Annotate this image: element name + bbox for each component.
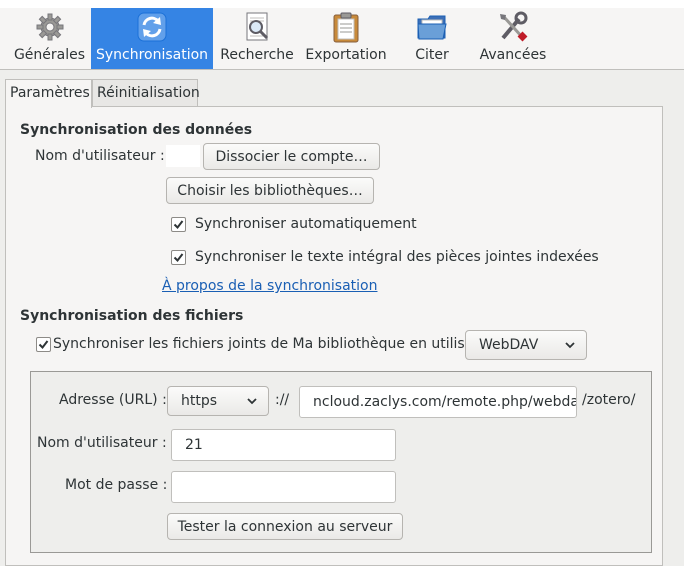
toolbar-label-exportation: Exportation — [305, 47, 387, 63]
protocol-select[interactable]: https — [167, 386, 269, 416]
sync-files-checkbox[interactable] — [36, 337, 51, 352]
toolbar-item-synchronisation[interactable]: Synchronisation — [91, 8, 213, 69]
checkmark-icon — [173, 253, 184, 263]
sync-icon — [137, 12, 167, 42]
protocol-value: https — [181, 393, 218, 409]
toolbar-item-generales[interactable]: Générales — [8, 8, 91, 69]
toolbar-item-citer[interactable]: Citer — [394, 8, 470, 69]
checkmark-icon — [38, 340, 49, 350]
webdav-settings-frame: Adresse (URL) : https :// ncloud.zaclys.… — [30, 371, 652, 553]
url-input[interactable]: ncloud.zaclys.com/remote.php/webdav — [299, 386, 577, 418]
fulltext-sync-label: Synchroniser le texte intégral des pièce… — [195, 249, 599, 265]
url-suffix: /zotero/ — [582, 392, 636, 408]
unlink-account-button[interactable]: Dissocier le compte… — [203, 143, 380, 170]
tab-reinitialisation[interactable]: Réinitialisation — [92, 79, 200, 107]
sync-method-value: WebDAV — [479, 337, 539, 353]
password-input[interactable] — [171, 471, 396, 503]
toolbar-label-recherche: Recherche — [220, 47, 294, 63]
webdav-username-value: 21 — [185, 437, 203, 453]
toolbar-label-citer: Citer — [415, 47, 449, 63]
toolbar-item-recherche[interactable]: Recherche — [216, 8, 298, 69]
tab-label-parametres: Paramètres — [10, 85, 90, 101]
chevron-down-icon — [247, 398, 257, 405]
clipboard-icon — [333, 12, 359, 43]
test-connection-button[interactable]: Tester la connexion au serveur — [167, 513, 403, 540]
chevron-down-icon — [565, 342, 575, 349]
fulltext-sync-checkbox[interactable] — [171, 250, 186, 265]
url-scheme-separator: :// — [275, 392, 290, 408]
toolbar-label-synchronisation: Synchronisation — [95, 47, 209, 63]
toolbar-label-generales: Générales — [13, 47, 86, 63]
checkmark-icon — [173, 220, 184, 230]
url-input-value: ncloud.zaclys.com/remote.php/webdav — [313, 394, 577, 410]
settings-panel: Synchronisation des données Nom d'utilis… — [5, 106, 663, 566]
url-label: Adresse (URL) : — [59, 392, 167, 408]
choose-libraries-button[interactable]: Choisir les bibliothèques… — [166, 177, 374, 204]
toolbar-top-strip — [0, 0, 684, 8]
tools-icon — [500, 11, 528, 42]
about-sync-link[interactable]: À propos de la synchronisation — [162, 278, 377, 294]
data-sync-username-value — [166, 145, 200, 167]
webdav-username-label: Nom d'utilisateur : — [37, 435, 167, 451]
auto-sync-checkbox[interactable] — [171, 217, 186, 232]
sync-method-select[interactable]: WebDAV — [465, 330, 587, 360]
toolbar-label-avancees: Avancées — [479, 47, 547, 63]
search-document-icon — [246, 12, 269, 41]
toolbar-item-exportation[interactable]: Exportation — [300, 8, 392, 69]
file-sync-heading: Synchronisation des fichiers — [20, 308, 244, 324]
password-label: Mot de passe : — [65, 477, 168, 493]
tab-parametres[interactable]: Paramètres — [5, 79, 92, 108]
toolbar-item-avancees[interactable]: Avancées — [472, 8, 554, 69]
tab-label-reinitialisation: Réinitialisation — [97, 85, 200, 101]
preferences-toolbar: Générales Synchronisation Recherche Expo… — [0, 0, 684, 70]
auto-sync-label: Synchroniser automatiquement — [195, 216, 417, 232]
webdav-username-input[interactable]: 21 — [171, 429, 396, 461]
gear-icon — [36, 13, 63, 41]
folder-icon — [417, 15, 447, 40]
data-sync-username-label: Nom d'utilisateur : — [35, 148, 165, 164]
data-sync-heading: Synchronisation des données — [20, 122, 253, 138]
sync-files-label: Synchroniser les fichiers joints de Ma b… — [53, 336, 488, 352]
